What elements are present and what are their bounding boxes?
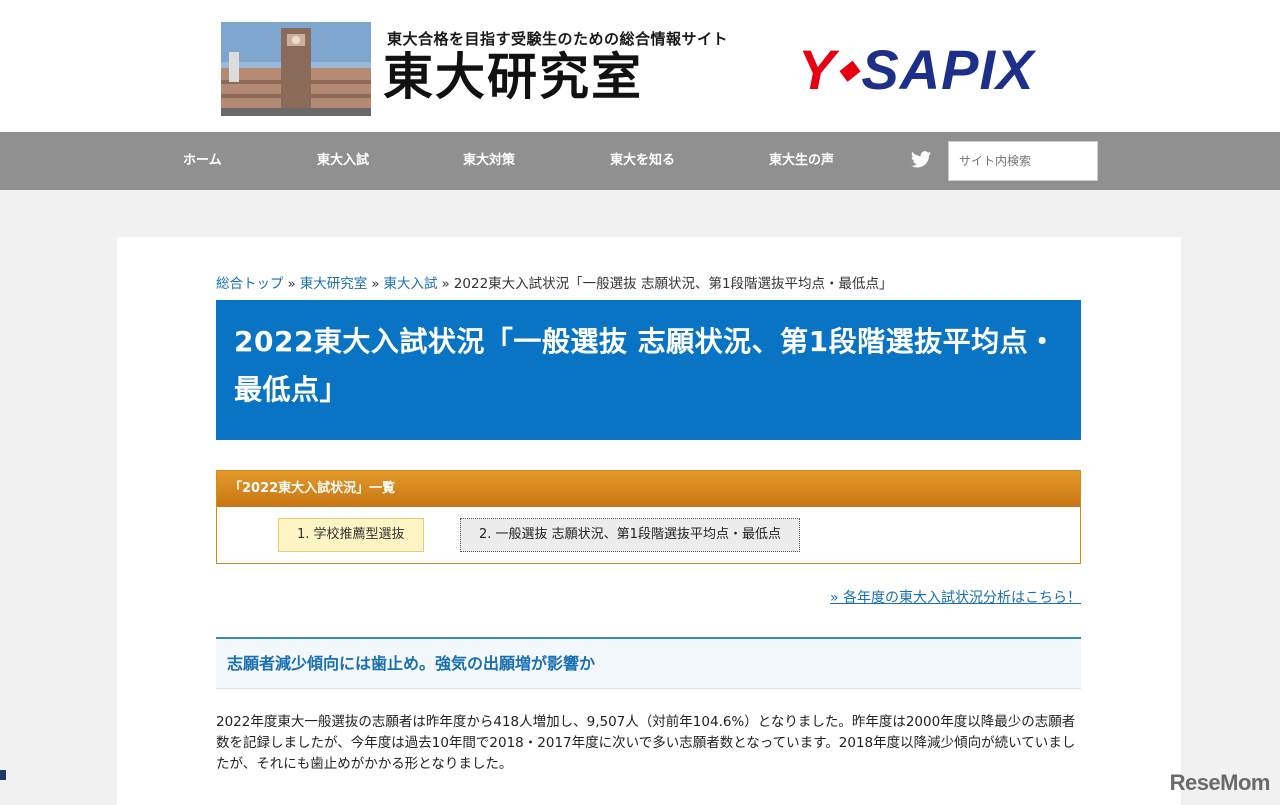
nav-item-entrance-exam[interactable]: 東大入試 xyxy=(317,132,369,190)
article-paragraph: 2022年度東大一般選抜の志願者は昨年度から418人増加し、9,507人（対前年… xyxy=(216,714,1076,772)
site-title[interactable]: 東大研究室 xyxy=(383,47,643,107)
section-heading: 志願者減少傾向には歯止め。強気の出願増が影響か xyxy=(216,637,1081,689)
breadcrumb: 総合トップ» 東大研究室» 東大入試» 2022東大入試状況「一般選抜 志願状況、第1… xyxy=(216,272,893,292)
nav-item-exam-prep[interactable]: 東大対策 xyxy=(463,132,515,190)
page-title: 2022東大入試状況「一般選抜 志願状況、第1段階選抜平均点・最低点」 xyxy=(234,325,1057,406)
nav-item-home[interactable]: ホーム xyxy=(183,132,222,190)
resemom-watermark: ReseMom xyxy=(1169,770,1271,795)
page-title-box: 2022東大入試状況「一般選抜 志願状況、第1段階選抜平均点・最低点」 xyxy=(216,300,1081,440)
site-search-input[interactable] xyxy=(948,141,1098,181)
page-edge-decoration xyxy=(0,770,6,780)
series-item-general-selection[interactable]: 2. 一般選抜 志願状況、第1段階選抜平均点・最低点 xyxy=(460,518,800,552)
breadcrumb-current: 2022東大入試状況「一般選抜 志願状況、第1段階選抜平均点・最低点」 xyxy=(453,276,893,292)
yearly-analysis-link[interactable]: » 各年度の東大入試状況分析はこちら！ xyxy=(830,587,1081,607)
breadcrumb-link-top[interactable]: 総合トップ xyxy=(216,276,284,292)
breadcrumb-separator: » xyxy=(371,276,380,292)
nav-item-about[interactable]: 東大を知る xyxy=(610,132,675,190)
twitter-icon[interactable] xyxy=(910,149,932,171)
site-tagline: 東大合格を目指す受験生のための総合情報サイト xyxy=(387,30,729,48)
series-list-heading: 「2022東大入試状況」一覧 xyxy=(217,471,1080,507)
nav-item-student-voices[interactable]: 東大生の声 xyxy=(769,132,834,190)
breadcrumb-separator: » xyxy=(441,276,450,292)
university-clock-tower-photo[interactable] xyxy=(221,22,371,116)
site-header: 東大合格を目指す受験生のための総合情報サイト 東大研究室 Y ◆ SAPIX xyxy=(0,0,1280,132)
ysapix-logo[interactable]: Y ◆ SAPIX xyxy=(798,38,1034,101)
breadcrumb-link-todai-lab[interactable]: 東大研究室 xyxy=(300,276,368,292)
brand-sapix: SAPIX xyxy=(861,37,1035,101)
brand-diamond-icon: ◆ xyxy=(838,53,860,84)
brand-y: Y xyxy=(798,37,837,101)
breadcrumb-link-entrance-exam[interactable]: 東大入試 xyxy=(384,276,438,292)
breadcrumb-separator: » xyxy=(287,276,296,292)
series-item-school-recommendation[interactable]: 1. 学校推薦型選抜 xyxy=(278,518,424,552)
series-list-box: 「2022東大入試状況」一覧 1. 学校推薦型選抜 2. 一般選抜 志願状況、第… xyxy=(216,470,1081,564)
